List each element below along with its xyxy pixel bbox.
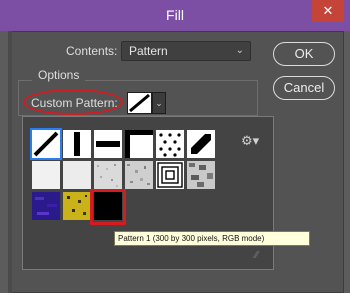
dialog-edge — [8, 31, 12, 293]
window-title: Fill — [166, 7, 184, 23]
contents-select[interactable]: Pattern ⌄ — [121, 41, 251, 61]
pattern-tile-stone-grey[interactable] — [187, 161, 215, 189]
resize-grip-icon[interactable]: ⁄⁄ — [255, 250, 258, 261]
pattern-tile-noise-grey[interactable] — [94, 161, 122, 189]
gear-icon[interactable]: ⚙▾ — [241, 133, 259, 149]
chevron-down-icon: ⌄ — [235, 45, 244, 56]
pattern-tile-diagonal-black[interactable] — [187, 130, 215, 158]
close-button[interactable]: ✕ — [312, 0, 344, 22]
diagonal-line-icon — [129, 93, 150, 113]
highlight-box — [90, 189, 126, 225]
pattern-tile-corner-square[interactable] — [125, 130, 153, 158]
cancel-button[interactable]: Cancel — [273, 76, 335, 100]
pattern-tile-concentric-squares[interactable] — [156, 161, 184, 189]
pattern-tile-vertical-bar[interactable] — [63, 130, 91, 158]
ok-button[interactable]: OK — [273, 42, 335, 66]
custom-pattern-label: Custom Pattern: — [31, 96, 118, 110]
pattern-tile-yellow-speckle[interactable] — [63, 192, 91, 220]
pattern-tile-blue-purple[interactable] — [32, 192, 60, 220]
pattern-dropdown-button[interactable]: ⌄ — [152, 92, 166, 114]
pattern-tile-dots-white[interactable] — [156, 130, 184, 158]
pattern-tooltip: Pattern 1 (300 by 300 pixels, RGB mode) — [114, 231, 310, 246]
contents-value: Pattern — [129, 44, 168, 58]
pattern-tile-horizontal-bar[interactable] — [94, 130, 122, 158]
pattern-tile-granite-grey[interactable] — [125, 161, 153, 189]
pattern-swatch[interactable] — [127, 92, 152, 114]
pattern-tile-cloud-white-2[interactable] — [63, 161, 91, 189]
pattern-tile-diagonal-line-white[interactable] — [30, 128, 62, 160]
contents-label: Contents: — [66, 44, 118, 58]
pattern-tile-cloud-white-1[interactable] — [32, 161, 60, 189]
options-legend: Options — [32, 68, 86, 82]
